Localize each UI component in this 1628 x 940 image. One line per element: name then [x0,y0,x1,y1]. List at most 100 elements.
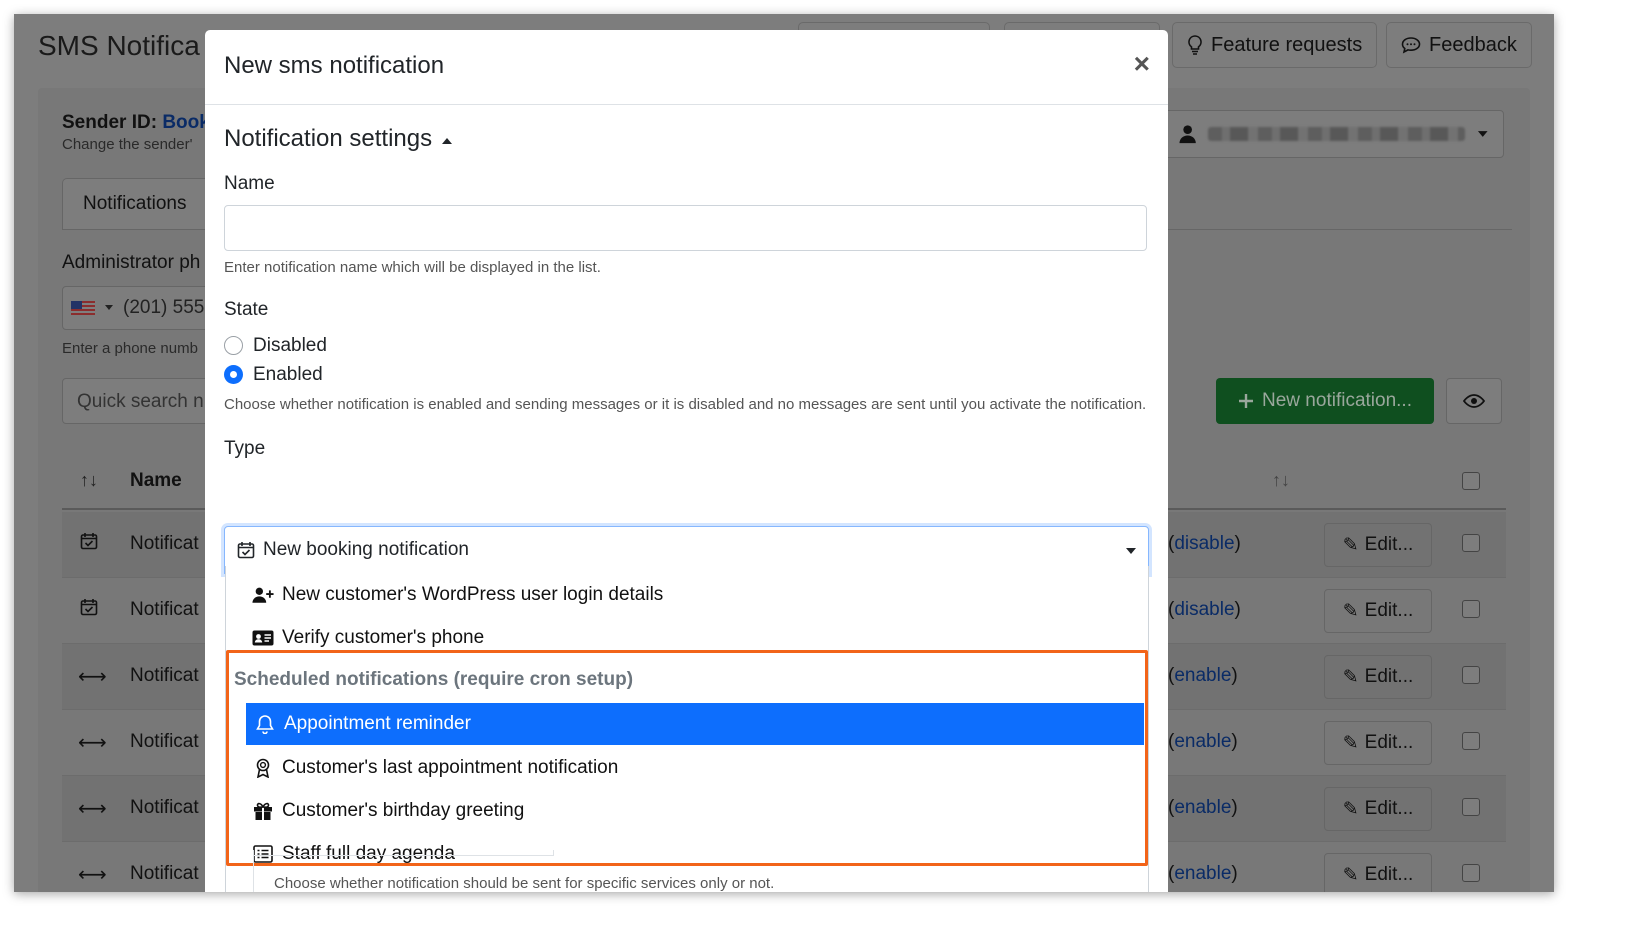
edit-button[interactable]: ✎ Edit... [1324,787,1432,831]
option-label: Customer's birthday greeting [282,800,525,821]
row-checkbox[interactable] [1462,666,1480,684]
type-selected-value: New booking notification [263,539,469,560]
toggle-link[interactable]: enable [1174,665,1231,686]
option-verify-phone[interactable]: Verify customer's phone [252,617,484,659]
caret-down-icon [1126,548,1136,554]
toggle-link[interactable]: enable [1174,731,1231,752]
notification-settings-toggle[interactable]: Notification settings [224,125,1149,153]
option-label: Customer's last appointment notification [282,757,619,778]
caret-down-icon [1478,131,1489,137]
quick-search-input[interactable]: Quick search n [62,378,222,424]
name-input[interactable] [224,205,1147,251]
award-icon [252,758,274,778]
arrows-horizontal-icon: ⟷ [78,864,107,886]
row-checkbox[interactable] [1462,732,1480,750]
caret-up-icon [442,138,453,144]
edit-label: Edit... [1364,798,1414,819]
feature-requests-button[interactable]: Feature requests [1172,22,1378,68]
row-toggle[interactable]: (enable) [1168,797,1238,819]
option-label: New customer's WordPress user login deta… [282,584,664,605]
row-name: Notificat [130,731,199,752]
feedback-label: Feedback [1429,33,1517,56]
feedback-button[interactable]: Feedback [1386,22,1532,68]
row-toggle[interactable]: (enable) [1168,665,1238,687]
row-checkbox[interactable] [1462,864,1480,882]
id-card-icon [252,630,274,646]
gift-icon [252,801,274,821]
page-title: SMS Notifica [38,30,200,61]
calendar-check-icon [78,598,100,622]
new-notification-button[interactable]: New notification... [1216,378,1434,424]
edit-label: Edit... [1364,534,1414,555]
edit-icon: ✎ [1342,600,1359,622]
tab-notifications[interactable]: Notifications [62,178,222,230]
eye-icon [1463,394,1485,408]
new-sms-notification-modal: New sms notification × Notification sett… [205,30,1168,892]
row-checkbox[interactable] [1462,600,1480,618]
sender-help: Change the sender' [62,136,193,153]
phone-help: Enter a phone numb [62,340,198,357]
row-checkbox[interactable] [1462,534,1480,552]
modal-header: New sms notification × [205,30,1168,105]
close-icon[interactable]: × [1134,50,1150,78]
radio-enabled[interactable] [224,365,243,384]
sort-icon[interactable]: ↑↓ [1272,470,1290,491]
chevron-down-icon [105,305,113,310]
admin-phone-input[interactable]: (201) 555 [62,286,222,330]
section-title: Notification settings [224,125,433,152]
sort-icon[interactable]: ↑↓ [80,470,98,491]
arrows-horizontal-icon: ⟷ [78,666,107,688]
type-dropdown-list: New customer's WordPress user login deta… [225,566,1149,892]
sender-link[interactable]: Book [162,112,210,133]
row-toggle[interactable]: (enable) [1168,863,1238,885]
user-dropdown[interactable] [1164,110,1504,158]
plus-icon [1239,394,1254,408]
row-toggle[interactable]: (disable) [1168,599,1241,621]
app-window: SMS Notifica Feature requests Feedback S… [14,14,1554,892]
row-name: Notificat [130,665,199,686]
edit-button[interactable]: ✎ Edit... [1324,721,1432,765]
edit-icon: ✎ [1342,732,1359,754]
services-select-edge[interactable] [254,850,554,856]
option-label: Verify customer's phone [282,627,485,648]
lightbulb-icon [1188,35,1202,55]
services-help: Choose whether notification should be se… [274,875,775,892]
row-toggle[interactable]: (enable) [1168,731,1238,753]
type-label: Type [224,438,266,459]
chat-icon [1401,37,1421,54]
edit-label: Edit... [1364,732,1414,753]
option-appointment-reminder[interactable]: Appointment reminder [246,703,1144,745]
calendar-check-icon [78,532,100,556]
edit-button[interactable]: ✎ Edit... [1324,853,1432,892]
radio-enabled-label: Enabled [253,363,323,385]
edit-button[interactable]: ✎ Edit... [1324,655,1432,699]
option-label: Appointment reminder [284,713,471,734]
state-disabled-option[interactable]: Disabled [224,331,1149,360]
toggle-link[interactable]: enable [1174,863,1231,884]
select-all-checkbox[interactable] [1462,472,1480,490]
toggle-link[interactable]: enable [1174,797,1231,818]
edit-icon: ✎ [1342,534,1359,556]
radio-disabled-label: Disabled [253,334,327,356]
blurred-username [1208,127,1466,141]
calendar-check-icon [237,542,255,559]
user-plus-icon [252,586,274,604]
edit-button[interactable]: ✎ Edit... [1324,589,1432,633]
name-label: Name [224,173,275,194]
state-enabled-option[interactable]: Enabled [224,360,1149,389]
row-checkbox[interactable] [1462,798,1480,816]
row-toggle[interactable]: (disable) [1168,533,1241,555]
edit-icon: ✎ [1342,666,1359,688]
radio-disabled[interactable] [224,336,243,355]
admin-phone-label: Administrator ph [62,252,201,273]
toggle-link[interactable]: disable [1174,533,1234,554]
option-last-appointment[interactable]: Customer's last appointment notification [252,747,618,789]
toggle-link[interactable]: disable [1174,599,1234,620]
edit-button[interactable]: ✎ Edit... [1324,523,1432,567]
toggle-visibility-button[interactable] [1446,378,1502,424]
us-flag-icon[interactable] [71,301,95,315]
option-new-customer-login[interactable]: New customer's WordPress user login deta… [252,574,663,616]
option-birthday-greeting[interactable]: Customer's birthday greeting [252,790,524,832]
column-name-header[interactable]: Name [130,470,182,492]
edit-label: Edit... [1364,600,1414,621]
